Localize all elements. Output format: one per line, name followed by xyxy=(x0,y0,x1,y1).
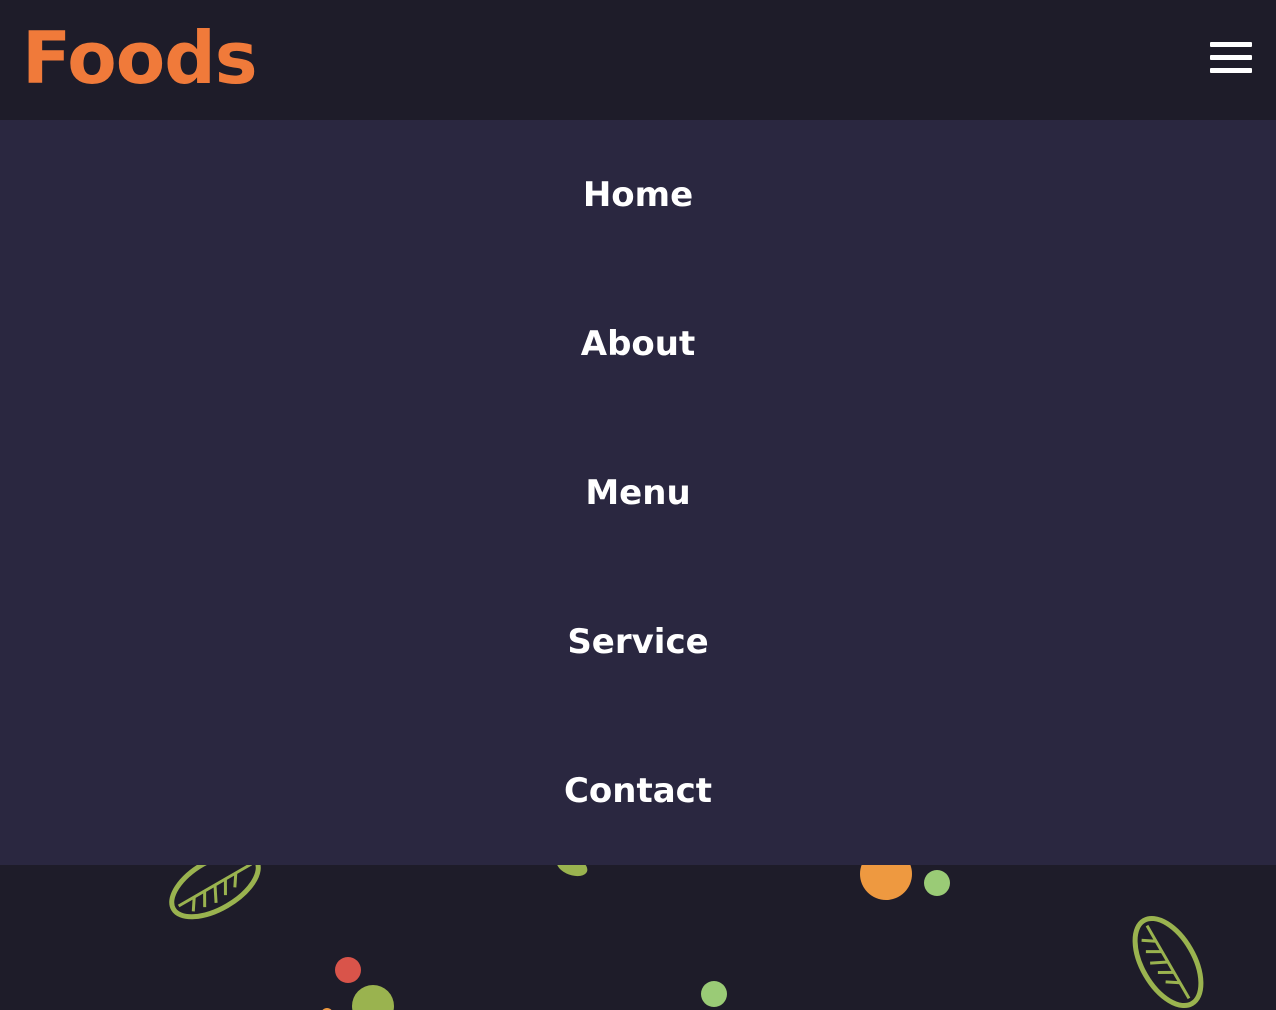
site-logo[interactable]: Foods xyxy=(22,16,258,100)
nav-link-home[interactable]: Home xyxy=(0,120,1276,269)
hamburger-menu-icon[interactable] xyxy=(1208,39,1254,77)
page: Foods Home About Menu Service Contact xyxy=(0,0,1276,1010)
hamburger-bar xyxy=(1210,55,1252,60)
hamburger-bar xyxy=(1210,42,1252,47)
nav-link-contact[interactable]: Contact xyxy=(0,716,1276,865)
nav-menu-panel: Home About Menu Service Contact xyxy=(0,120,1276,865)
nav-link-service[interactable]: Service xyxy=(0,567,1276,716)
nav-link-menu[interactable]: Menu xyxy=(0,418,1276,567)
green-dot xyxy=(701,981,727,1007)
nav-link-about[interactable]: About xyxy=(0,269,1276,418)
leaf-icon xyxy=(1132,915,1204,1009)
green-dot xyxy=(924,870,950,896)
hamburger-bar xyxy=(1210,68,1252,73)
site-header: Foods xyxy=(0,0,1276,120)
red-dot xyxy=(335,957,361,983)
green-dot xyxy=(352,985,394,1010)
